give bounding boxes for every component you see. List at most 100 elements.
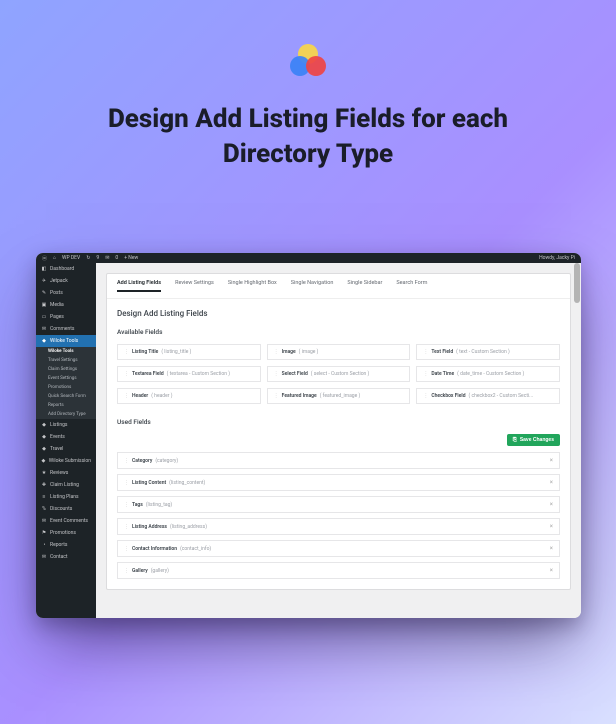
available-field-card[interactable]: ⋮Text Field ( text - Custom Section ) — [416, 344, 560, 360]
sidebar-subitem[interactable]: Travel Settings — [36, 356, 96, 365]
field-slug: ( featured_image ) — [320, 393, 361, 399]
sidebar-subitem[interactable]: Claim Settings — [36, 365, 96, 374]
sidebar-item[interactable]: ✚Claim Listing — [36, 479, 96, 491]
remove-icon[interactable]: × — [550, 457, 553, 464]
used-field-row[interactable]: ⋮Tags (listing_tag)× — [117, 496, 560, 513]
comments-count[interactable]: 0 — [115, 255, 118, 261]
used-fields-list: ⋮Category (category)×⋮Listing Content (l… — [117, 452, 560, 579]
sidebar-item-label: Listing Plans — [50, 494, 79, 500]
sidebar-item[interactable]: ✉Event Comments — [36, 515, 96, 527]
available-fields-heading: Available Fields — [117, 328, 560, 336]
field-name: Listing Title — [132, 349, 158, 355]
sidebar-item[interactable]: ✈Jetpack — [36, 275, 96, 287]
sidebar-item[interactable]: %Discounts — [36, 503, 96, 515]
field-name: Textarea Field — [132, 371, 164, 377]
field-slug: (contact_info) — [180, 546, 211, 552]
available-field-card[interactable]: ⋮Listing Title ( listing_title ) — [117, 344, 261, 360]
sidebar-item-label: Claim Listing — [50, 482, 79, 488]
field-slug: ( date_time - Custom Section ) — [457, 371, 524, 377]
menu-icon: % — [41, 506, 47, 512]
remove-icon[interactable]: × — [550, 479, 553, 486]
sidebar-item[interactable]: ⚑Promotions — [36, 527, 96, 539]
field-name: Contact Information — [132, 546, 177, 552]
sidebar-item[interactable]: ◆Wiloke Submission — [36, 455, 96, 467]
sidebar-item[interactable]: ✉Comments — [36, 323, 96, 335]
remove-icon[interactable]: × — [550, 567, 553, 574]
field-slug: (gallery) — [151, 568, 169, 574]
sidebar-item[interactable]: ★Reviews — [36, 467, 96, 479]
tab[interactable]: Review Settings — [175, 280, 214, 292]
drag-handle-icon: ⋮ — [423, 371, 428, 377]
tab[interactable]: Search Form — [396, 280, 427, 292]
site-name[interactable]: WP DEV — [62, 255, 80, 261]
remove-icon[interactable]: × — [550, 523, 553, 530]
available-field-card[interactable]: ⋮Checkbox Field ( checkbox2 - Custom Sec… — [416, 388, 560, 404]
remove-icon[interactable]: × — [550, 545, 553, 552]
sidebar-subitem[interactable]: Wiloke Tools — [36, 347, 96, 356]
sidebar-item-label: Discounts — [50, 506, 72, 512]
used-field-row[interactable]: ⋮Contact Information (contact_info)× — [117, 540, 560, 557]
sidebar-item[interactable]: ▣Media — [36, 299, 96, 311]
available-field-card[interactable]: ⋮Textarea Field ( textarea - Custom Sect… — [117, 366, 261, 382]
remove-icon[interactable]: × — [550, 501, 553, 508]
available-field-card[interactable]: ⋮Select Field ( select - Custom Section … — [267, 366, 411, 382]
field-slug: (listing_tag) — [146, 502, 172, 508]
tab[interactable]: Single Sidebar — [347, 280, 382, 292]
drag-handle-icon: ⋮ — [124, 568, 129, 574]
available-field-card[interactable]: ⋮Header ( header ) — [117, 388, 261, 404]
sidebar-item[interactable]: ✎Posts — [36, 287, 96, 299]
sidebar-item[interactable]: ≡Listing Plans — [36, 491, 96, 503]
used-fields-heading: Used Fields — [117, 418, 560, 426]
drag-handle-icon: ⋮ — [274, 349, 279, 355]
drag-handle-icon: ⋮ — [274, 371, 279, 377]
available-field-card[interactable]: ⋮Featured Image ( featured_image ) — [267, 388, 411, 404]
sidebar-item[interactable]: ✉Contact — [36, 551, 96, 563]
used-field-row[interactable]: ⋮Listing Address (listing_address)× — [117, 518, 560, 535]
add-new[interactable]: + New — [124, 255, 138, 261]
sidebar-subitem[interactable]: Add Directory Type — [36, 410, 96, 419]
field-name: Checkbox Field — [431, 393, 465, 399]
sidebar-item[interactable]: ◆Wiloke Tools — [36, 335, 96, 347]
available-field-card[interactable]: ⋮Date Time ( date_time - Custom Section … — [416, 366, 560, 382]
tab[interactable]: Single Navigation — [291, 280, 334, 292]
sidebar-item[interactable]: ◧Dashboard — [36, 263, 96, 275]
comments-icon[interactable]: ✉ — [105, 255, 109, 261]
scrollbar[interactable] — [574, 263, 580, 303]
page-title: Design Add Listing Fields — [117, 309, 560, 318]
sidebar-item[interactable]: ▭Pages — [36, 311, 96, 323]
sidebar-item[interactable]: ◆Listings — [36, 419, 96, 431]
sidebar-subitem[interactable]: Reports — [36, 401, 96, 410]
updates-count[interactable]: 9 — [96, 255, 99, 261]
sidebar-item[interactable]: ◔Reports — [36, 539, 96, 551]
used-field-row[interactable]: ⋮Category (category)× — [117, 452, 560, 469]
field-name: Image — [282, 349, 296, 355]
available-field-card[interactable]: ⋮Image ( image ) — [267, 344, 411, 360]
drag-handle-icon: ⋮ — [124, 458, 129, 464]
sidebar-subitem[interactable]: Event Settings — [36, 374, 96, 383]
updates-icon[interactable]: ↻ — [86, 255, 90, 261]
sidebar-subitem[interactable]: Quick Search Form — [36, 392, 96, 401]
drag-handle-icon: ⋮ — [124, 524, 129, 530]
used-field-row[interactable]: ⋮Gallery (gallery)× — [117, 562, 560, 579]
menu-icon: ◆ — [41, 446, 47, 452]
field-slug: ( header ) — [151, 393, 172, 399]
field-slug: (category) — [155, 458, 178, 464]
sidebar-subitem[interactable]: Promotions — [36, 383, 96, 392]
tab[interactable]: Add Listing Fields — [117, 280, 161, 292]
admin-sidebar: ◧Dashboard✈Jetpack✎Posts▣Media▭Pages✉Com… — [36, 263, 96, 618]
field-name: Featured Image — [282, 393, 317, 399]
wp-admin-bar: ⓦ ⌂ WP DEV ↻ 9 ✉ 0 + New Howdy, Jacky Pi — [36, 253, 581, 263]
home-icon[interactable]: ⌂ — [53, 255, 56, 261]
wp-logo-icon[interactable]: ⓦ — [42, 255, 47, 262]
used-field-row[interactable]: ⋮Listing Content (listing_content)× — [117, 474, 560, 491]
howdy-text[interactable]: Howdy, Jacky Pi — [539, 255, 575, 261]
menu-icon: ✈ — [41, 278, 47, 284]
field-slug: (listing_content) — [169, 480, 205, 486]
menu-icon: ◧ — [41, 266, 47, 272]
save-changes-button[interactable]: ⎘ Save Changes — [507, 434, 560, 446]
sidebar-item[interactable]: ◆Events — [36, 431, 96, 443]
tab-bar: Add Listing Fields Review Settings Single … — [107, 274, 570, 299]
tab[interactable]: Single Highlight Box — [228, 280, 277, 292]
sidebar-item[interactable]: ◆Travel — [36, 443, 96, 455]
sidebar-item-label: Wiloke Submission — [49, 458, 91, 464]
